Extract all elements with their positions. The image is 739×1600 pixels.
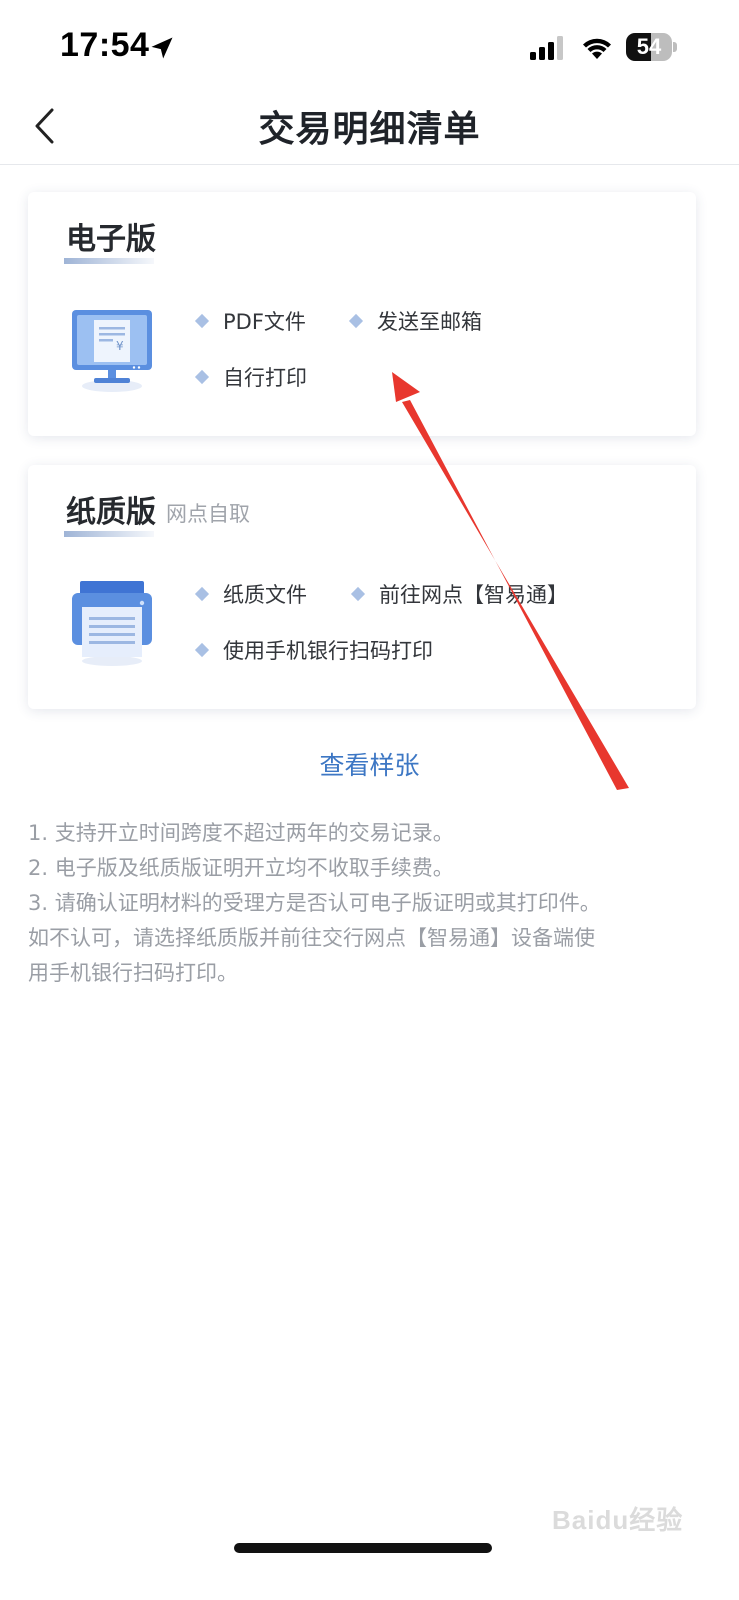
feature-label: 自行打印 [223, 366, 307, 390]
card-subtitle: 网点自取 [166, 502, 250, 526]
bullet-diamond-icon [348, 313, 364, 329]
feature-self-print: 自行打印 [194, 362, 307, 392]
feature-label: 发送至邮箱 [377, 310, 482, 334]
status-bar: 17:54 54 [0, 0, 739, 96]
note-line: 1. 支持开立时间跨度不超过两年的交易记录。 [28, 821, 454, 845]
home-indicator [234, 1543, 492, 1553]
battery-level: 54 [636, 34, 662, 59]
baidu-watermark: Baidu经验 [552, 1505, 684, 1535]
feature-label: 纸质文件 [223, 583, 307, 607]
nav-bar: 交易明细清单 [0, 96, 739, 165]
location-arrow-icon [151, 37, 173, 59]
svg-text:¥: ¥ [116, 339, 124, 353]
feature-label: 使用手机银行扫码打印 [223, 639, 433, 663]
note-line: 如不认可，请选择纸质版并前往交行网点【智易通】设备端使 [28, 926, 595, 950]
card-title: 电子版 [66, 222, 156, 257]
feature-go-to-branch: 前往网点【智易通】 [350, 579, 568, 609]
wifi-icon [583, 38, 611, 59]
bullet-diamond-icon [194, 586, 210, 602]
electronic-version-card[interactable]: 电子版 ¥ PDF文件 发送至邮箱 自行打印 [28, 192, 696, 436]
bullet-diamond-icon [194, 369, 210, 385]
title-underline [64, 258, 154, 264]
paper-version-card[interactable]: 纸质版 网点自取 纸质文件 前往网点【智易通】 使用手机银行扫码打印 [28, 465, 696, 709]
title-underline [64, 531, 154, 537]
bullet-diamond-icon [194, 313, 210, 329]
monitor-document-icon: ¥ [72, 310, 152, 392]
feature-label: PDF文件 [223, 310, 306, 334]
feature-email: 发送至邮箱 [348, 306, 482, 336]
note-line: 2. 电子版及纸质版证明开立均不收取手续费。 [28, 856, 454, 880]
feature-pdf: PDF文件 [194, 306, 306, 336]
cellular-signal-icon [530, 36, 563, 60]
view-sample-link[interactable]: 查看样张 [0, 746, 739, 782]
bullet-diamond-icon [194, 642, 210, 658]
feature-paper-file: 纸质文件 [194, 579, 307, 609]
note-line: 3. 请确认证明材料的受理方是否认可电子版证明或其打印件。 [28, 891, 601, 915]
bullet-diamond-icon [350, 586, 366, 602]
feature-scan-print: 使用手机银行扫码打印 [194, 635, 433, 665]
battery-cap [673, 42, 677, 52]
page-title: 交易明细清单 [258, 109, 481, 150]
feature-label: 前往网点【智易通】 [379, 583, 568, 607]
card-title: 纸质版 [66, 495, 156, 530]
notes-list: 1. 支持开立时间跨度不超过两年的交易记录。 2. 电子版及纸质版证明开立均不收… [28, 816, 708, 991]
status-time: 17:54 [60, 26, 150, 64]
note-line: 用手机银行扫码打印。 [28, 961, 238, 985]
printer-icon [72, 581, 152, 666]
